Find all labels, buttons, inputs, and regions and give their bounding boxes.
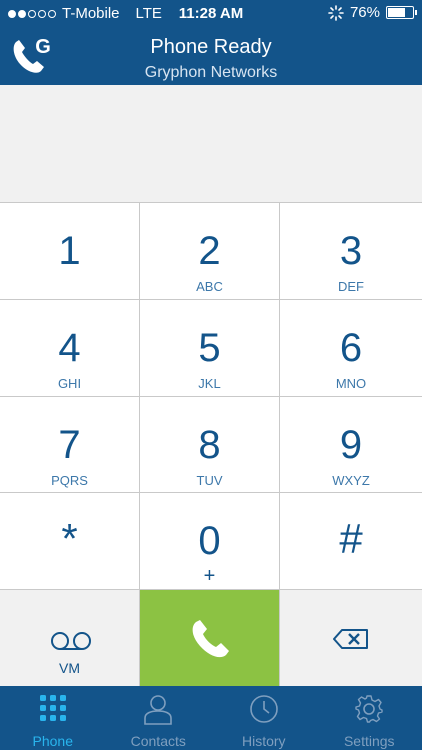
key-5[interactable]: 5 JKL [140, 299, 280, 397]
key-letters: TUV [196, 472, 223, 488]
number-display [0, 85, 422, 202]
gear-icon [355, 695, 383, 723]
key-digit: 0 [198, 519, 221, 564]
key-digit: 1 [58, 229, 81, 273]
key-0[interactable]: 0 + [140, 493, 280, 591]
key-digit: 4 [58, 325, 81, 370]
key-letters: PQRS [51, 472, 88, 488]
tab-label: Phone [32, 733, 73, 749]
key-digit: 2 [198, 229, 221, 273]
key-letters: + [203, 565, 216, 588]
dial-keypad: 1 2 ABC 3 DEF 4 GHI 5 JKL 6 MNO 7 PQRS 8 TUV 9 W… [0, 202, 422, 687]
tab-history[interactable]: History [211, 686, 317, 750]
key-7[interactable]: 7 PQRS [0, 396, 140, 494]
key-letters: WXYZ [332, 472, 370, 488]
key-2[interactable]: 2 ABC [140, 203, 280, 300]
key-digit: 5 [198, 325, 221, 370]
battery-icon [386, 6, 417, 19]
key-digit: 6 [339, 325, 363, 370]
key-digit: 8 [198, 422, 221, 467]
voicemail-label: VM [59, 660, 80, 677]
tab-label: History [241, 733, 286, 749]
key-digit: 7 [58, 422, 81, 467]
voicemail-icon [51, 632, 91, 651]
tab-phone[interactable]: Phone [0, 686, 106, 750]
key-star[interactable]: * [0, 493, 140, 591]
backspace-icon [333, 629, 368, 650]
status-bar: T-Mobile LTE 11:28 AM 76% [0, 0, 422, 28]
key-digit: * [61, 515, 78, 563]
battery-percent: 76% [349, 4, 380, 21]
backspace-button[interactable] [280, 590, 422, 687]
key-letters: ABC [196, 279, 223, 294]
tab-label: Contacts [130, 733, 186, 749]
voicemail-button[interactable]: VM [0, 590, 140, 687]
page-subtitle: Gryphon Networks [144, 64, 278, 81]
key-8[interactable]: 8 TUV [140, 396, 280, 494]
keypad-icon [39, 695, 66, 721]
tab-settings[interactable]: Settings [317, 686, 422, 750]
key-letters: DEF [338, 279, 364, 294]
key-letters: GHI [57, 375, 82, 391]
key-digit: # [339, 515, 363, 563]
key-6[interactable]: 6 MNO [280, 299, 422, 397]
page-title: Phone Ready [150, 36, 272, 58]
phone-icon [192, 620, 229, 658]
call-button[interactable] [140, 590, 280, 687]
person-icon [144, 695, 173, 725]
key-4[interactable]: 4 GHI [0, 299, 140, 397]
key-letters: MNO [335, 375, 367, 391]
key-1[interactable]: 1 [0, 203, 140, 300]
key-digit: 3 [339, 229, 363, 273]
activity-spinner-icon [328, 4, 344, 21]
tab-label: Settings [343, 733, 395, 749]
key-hash[interactable]: # [280, 493, 422, 591]
key-letters: JKL [198, 375, 221, 391]
key-9[interactable]: 9 WXYZ [280, 396, 422, 494]
tab-contacts[interactable]: Contacts [106, 686, 212, 750]
key-digit: 9 [339, 422, 363, 467]
tab-bar: Phone Contacts History Settings [0, 686, 422, 750]
clock-icon [249, 695, 278, 723]
key-3[interactable]: 3 DEF [280, 203, 422, 300]
app-header: T-Mobile LTE 11:28 AM 76% G Phone Ready … [0, 0, 422, 85]
